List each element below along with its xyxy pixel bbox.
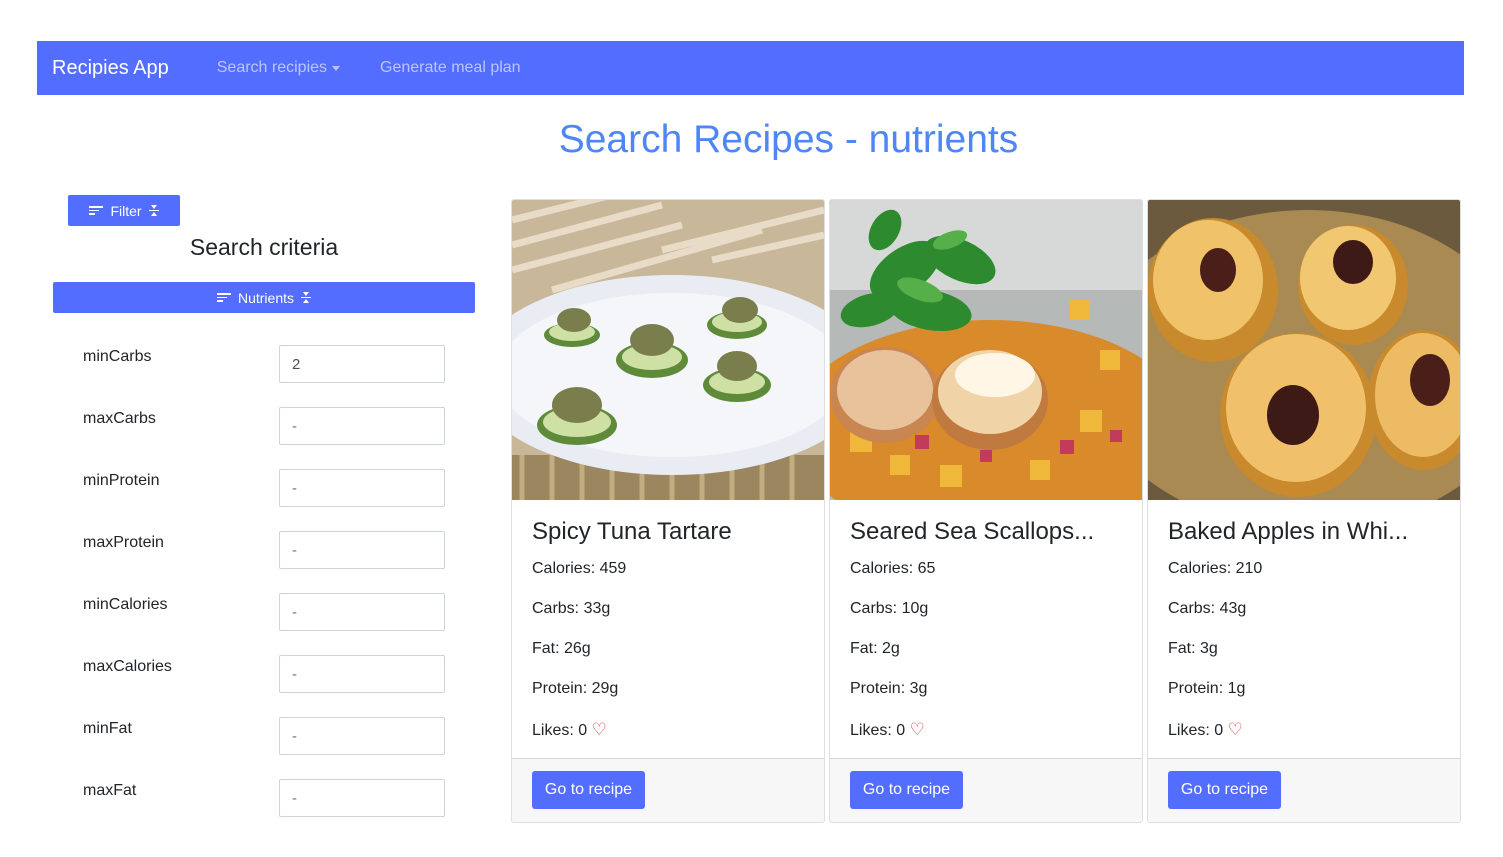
recipe-card-body: Seared Sea Scallops... Calories: 65 Carb… <box>850 518 1130 760</box>
heart-icon[interactable]: ♡ <box>1228 720 1243 739</box>
min-calories-input[interactable] <box>279 593 445 631</box>
nav-generate-meal-plan[interactable]: Generate meal plan <box>380 59 521 77</box>
heart-icon[interactable]: ♡ <box>910 720 925 739</box>
nutrients-button-label: Nutrients <box>237 289 295 306</box>
field-row-min-carbs: minCarbs <box>83 345 445 407</box>
recipe-carbs: Carbs: 10g <box>850 600 929 617</box>
filter-lines-icon <box>216 293 231 302</box>
navbar: Recipies App Search recipies Generate me… <box>37 41 1464 95</box>
recipe-carbs: Carbs: 33g <box>532 600 611 617</box>
page-title: Search Recipes - nutrients <box>558 118 1019 161</box>
recipe-fat: Fat: 3g <box>1168 640 1218 657</box>
heart-icon[interactable]: ♡ <box>592 720 607 739</box>
recipe-card-footer: Go to recipe <box>512 758 824 822</box>
min-fat-input[interactable] <box>279 717 445 755</box>
field-row-max-fat: maxFat <box>83 779 445 841</box>
min-fat-label: minFat <box>83 720 132 737</box>
recipe-calories: Calories: 65 <box>850 560 936 577</box>
recipe-title: Spicy Tuna Tartare <box>532 518 732 545</box>
max-calories-input[interactable] <box>279 655 445 693</box>
recipe-protein: Protein: 3g <box>850 680 928 697</box>
recipe-likes-label: Likes: 0 <box>532 722 588 739</box>
recipe-title: Seared Sea Scallops... <box>850 518 1095 545</box>
field-row-min-calories: minCalories <box>83 593 445 655</box>
collapse-arrows-icon <box>301 291 312 304</box>
max-fat-label: maxFat <box>83 782 137 799</box>
go-to-recipe-button[interactable]: Go to recipe <box>1168 771 1281 809</box>
recipe-protein: Protein: 29g <box>532 680 619 697</box>
recipe-likes: Likes: 0 ♡ <box>532 720 812 760</box>
recipe-title: Baked Apples in Whi... <box>1168 518 1409 545</box>
max-protein-input[interactable] <box>279 531 445 569</box>
max-carbs-input[interactable] <box>279 407 445 445</box>
field-row-min-fat: minFat <box>83 717 445 779</box>
min-calories-label: minCalories <box>83 596 168 613</box>
recipe-card-body: Spicy Tuna Tartare Calories: 459 Carbs: … <box>532 518 812 760</box>
recipe-fat: Fat: 2g <box>850 640 900 657</box>
recipe-likes: Likes: 0 ♡ <box>850 720 1130 760</box>
filter-button-label: Filter <box>110 202 142 219</box>
recipe-card: Seared Sea Scallops... Calories: 65 Carb… <box>829 199 1143 823</box>
recipe-image <box>1148 200 1460 500</box>
max-carbs-label: maxCarbs <box>83 410 156 427</box>
recipe-protein: Protein: 1g <box>1168 680 1246 697</box>
max-fat-input[interactable] <box>279 779 445 817</box>
field-row-min-protein: minProtein <box>83 469 445 531</box>
recipe-fat: Fat: 26g <box>532 640 591 657</box>
recipe-card: Spicy Tuna Tartare Calories: 459 Carbs: … <box>511 199 825 823</box>
recipe-card-body: Baked Apples in Whi... Calories: 210 Car… <box>1168 518 1448 760</box>
filter-lines-icon <box>89 206 104 215</box>
recipe-calories: Calories: 459 <box>532 560 627 577</box>
brand-link[interactable]: Recipies App <box>52 57 169 80</box>
recipe-calories: Calories: 210 <box>1168 560 1263 577</box>
collapse-arrows-icon <box>148 204 159 217</box>
min-protein-label: minProtein <box>83 472 160 489</box>
max-calories-label: maxCalories <box>83 658 172 675</box>
filter-button[interactable]: Filter <box>68 195 180 226</box>
nav-search-recipes-dropdown[interactable]: Search recipies <box>216 59 341 77</box>
recipe-image <box>512 200 824 500</box>
max-protein-label: maxProtein <box>83 534 164 551</box>
recipe-likes-label: Likes: 0 <box>850 722 906 739</box>
nutrients-button[interactable]: Nutrients <box>53 282 475 313</box>
caret-down-icon <box>332 65 341 71</box>
min-protein-input[interactable] <box>279 469 445 507</box>
nutrient-fields: minCarbs maxCarbs minProtein maxProtein … <box>83 345 445 841</box>
field-row-max-carbs: maxCarbs <box>83 407 445 469</box>
recipe-likes: Likes: 0 ♡ <box>1168 720 1448 760</box>
field-row-max-calories: maxCalories <box>83 655 445 717</box>
recipe-card: Baked Apples in Whi... Calories: 210 Car… <box>1147 199 1461 823</box>
recipe-card-footer: Go to recipe <box>830 758 1142 822</box>
min-carbs-input[interactable] <box>279 345 445 383</box>
nav-search-recipes-label: Search recipies <box>216 59 328 76</box>
recipe-image <box>830 200 1142 500</box>
recipe-card-footer: Go to recipe <box>1148 758 1460 822</box>
recipe-likes-label: Likes: 0 <box>1168 722 1224 739</box>
min-carbs-label: minCarbs <box>83 348 152 365</box>
search-criteria-title: Search criteria <box>189 234 339 260</box>
go-to-recipe-button[interactable]: Go to recipe <box>850 771 963 809</box>
recipe-carbs: Carbs: 43g <box>1168 600 1247 617</box>
go-to-recipe-button[interactable]: Go to recipe <box>532 771 645 809</box>
field-row-max-protein: maxProtein <box>83 531 445 593</box>
